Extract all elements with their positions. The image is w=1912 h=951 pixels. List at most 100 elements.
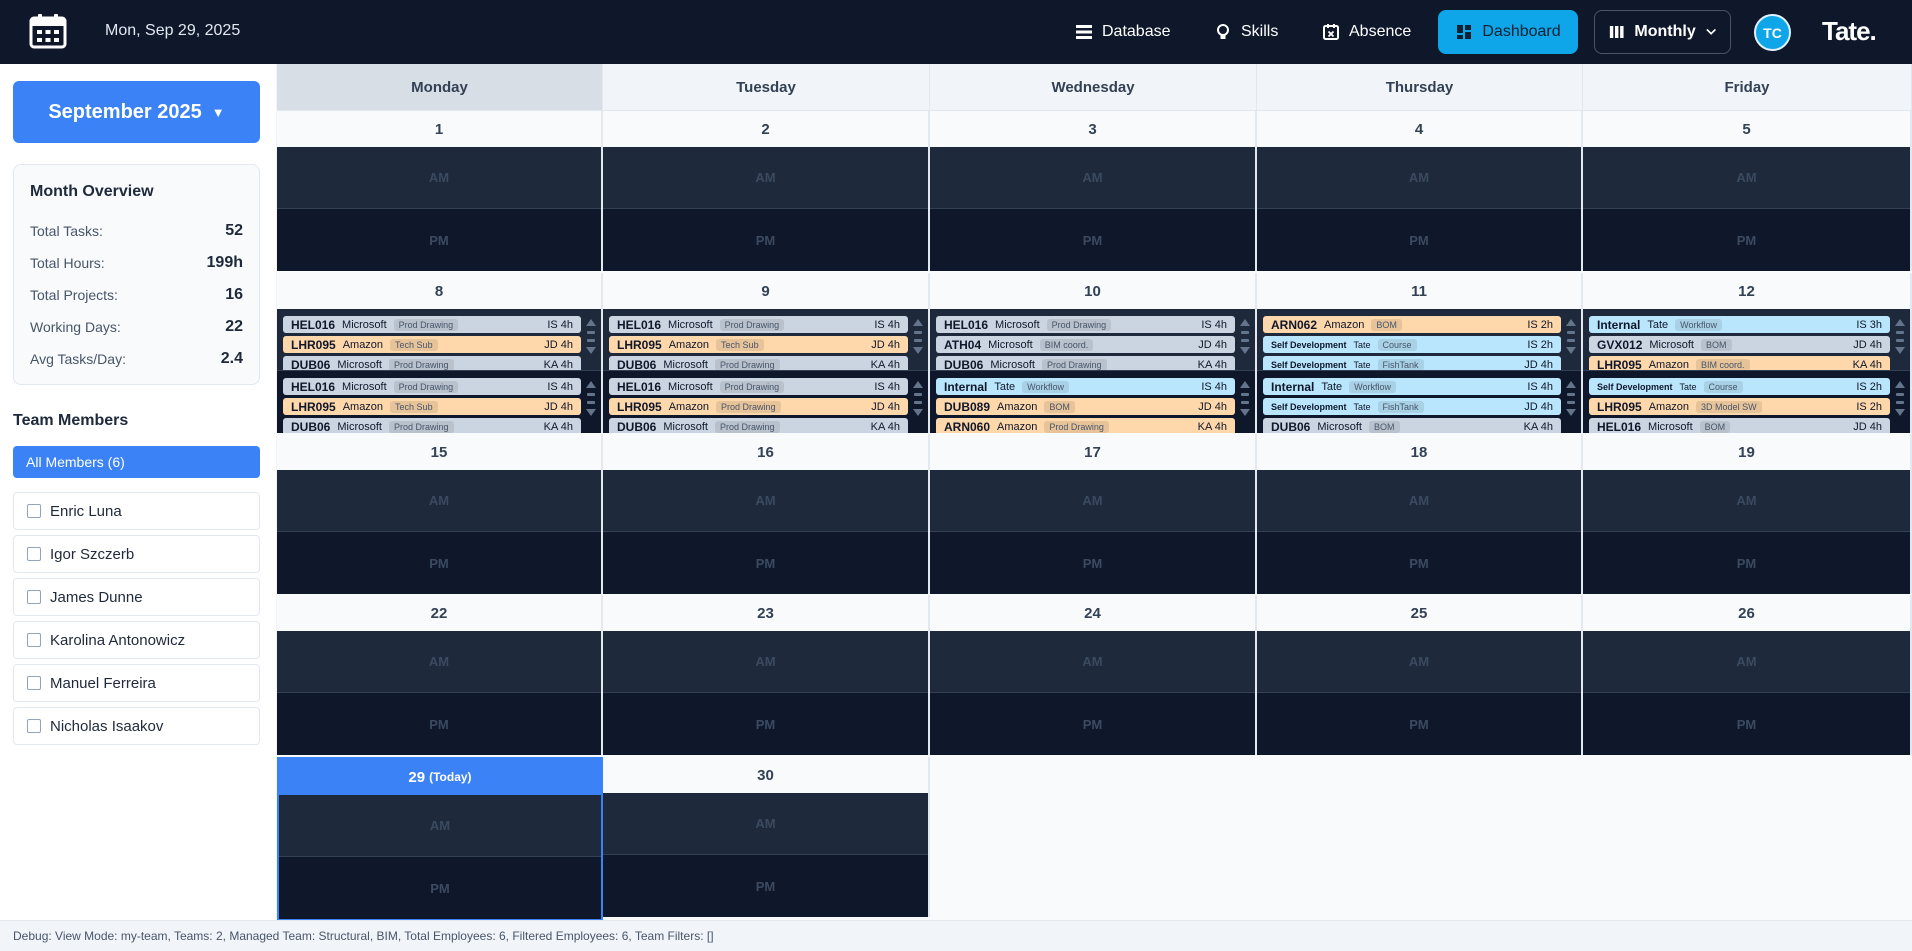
scroll-up-icon[interactable] <box>1240 319 1250 326</box>
pm-slot[interactable]: Internal Tate Workflow IS 4h Self Developmen… <box>1257 371 1581 433</box>
member-item[interactable]: Manuel Ferreira <box>13 664 260 702</box>
scroll-down-icon[interactable] <box>913 409 923 416</box>
day-cell[interactable]: 12 Internal Tate Workflow IS 3h GVX012 Microso… <box>1583 273 1912 433</box>
task-chip[interactable]: Internal Tate Workflow IS 3h <box>1589 316 1890 333</box>
slot-scroll-controls[interactable] <box>1566 319 1576 354</box>
slot-scroll-controls[interactable] <box>1895 319 1905 354</box>
month-picker-button[interactable]: September 2025 ▼ <box>13 81 260 143</box>
scroll-down-icon[interactable] <box>1240 347 1250 354</box>
am-slot[interactable]: AM <box>603 470 928 532</box>
day-cell[interactable]: 9 HEL016 Microsoft Prod Drawing IS 4h LHR095 A… <box>603 273 930 433</box>
scroll-down-icon[interactable] <box>1895 409 1905 416</box>
day-cell[interactable]: 17 AM PM <box>930 434 1257 594</box>
am-slot[interactable]: AM <box>930 147 1255 209</box>
scroll-thumb[interactable] <box>1567 339 1575 342</box>
task-chip[interactable]: GVX012 Microsoft BOM JD 4h <box>1589 336 1890 353</box>
task-chip[interactable]: LHR095 Amazon 3D Model SW IS 2h <box>1589 398 1890 415</box>
task-chip[interactable]: LHR095 Amazon Tech Sub JD 4h <box>609 336 908 353</box>
task-chip[interactable]: LHR095 Amazon Tech Sub JD 4h <box>283 336 581 353</box>
pm-slot[interactable]: PM <box>277 532 601 594</box>
scroll-up-icon[interactable] <box>586 319 596 326</box>
am-slot[interactable]: AM <box>279 795 601 857</box>
task-chip[interactable]: HEL016 Microsoft BOM JD 4h <box>1589 418 1890 433</box>
checkbox[interactable] <box>27 590 41 604</box>
task-chip[interactable]: DUB06 Microsoft Prod Drawing KA 4h <box>609 356 908 370</box>
pm-slot[interactable]: PM <box>603 532 928 594</box>
scroll-thumb[interactable] <box>1896 393 1904 396</box>
slot-scroll-controls[interactable] <box>586 319 596 354</box>
task-chip[interactable]: HEL016 Microsoft Prod Drawing IS 4h <box>936 316 1235 333</box>
day-cell[interactable]: 2 AM PM <box>603 111 930 271</box>
am-slot[interactable]: AM <box>930 470 1255 532</box>
pm-slot[interactable]: HEL016 Microsoft Prod Drawing IS 4h LHR095 Am… <box>277 371 601 433</box>
task-chip[interactable]: DUB06 Microsoft Prod Drawing KA 4h <box>609 418 908 433</box>
task-chip[interactable]: DUB089 Amazon BOM JD 4h <box>936 398 1235 415</box>
pm-slot[interactable]: PM <box>930 693 1255 755</box>
am-slot[interactable]: AM <box>1583 470 1910 532</box>
scroll-thumb[interactable] <box>587 401 595 404</box>
scroll-thumb[interactable] <box>1896 401 1904 404</box>
scroll-up-icon[interactable] <box>1566 381 1576 388</box>
task-chip[interactable]: DUB06 Microsoft Prod Drawing KA 4h <box>283 418 581 433</box>
scroll-thumb[interactable] <box>914 339 922 342</box>
am-slot[interactable]: AM <box>277 631 601 693</box>
task-chip[interactable]: LHR095 Amazon BIM coord. KA 4h <box>1589 356 1890 370</box>
member-item[interactable]: Enric Luna <box>13 492 260 530</box>
pm-slot[interactable]: PM <box>603 693 928 755</box>
am-slot[interactable]: ARN062 Amazon BOM IS 2h Self Development Tate… <box>1257 309 1581 371</box>
am-slot[interactable]: AM <box>1257 147 1581 209</box>
pm-slot[interactable]: PM <box>1257 693 1581 755</box>
day-cell[interactable]: 22 AM PM <box>277 595 603 755</box>
task-chip[interactable]: Self Development Tate Course IS 2h <box>1589 378 1890 395</box>
task-chip[interactable]: Self Development Tate FishTank JD 4h <box>1263 356 1561 370</box>
scroll-thumb[interactable] <box>1567 331 1575 334</box>
pm-slot[interactable]: Internal Tate Workflow IS 4h DUB089 Amazon BOM… <box>930 371 1255 433</box>
scroll-thumb[interactable] <box>1567 401 1575 404</box>
am-slot[interactable]: AM <box>603 793 928 855</box>
scroll-thumb[interactable] <box>914 393 922 396</box>
scroll-thumb[interactable] <box>1241 331 1249 334</box>
slot-scroll-controls[interactable] <box>586 381 596 416</box>
slot-scroll-controls[interactable] <box>1895 381 1905 416</box>
am-slot[interactable]: HEL016 Microsoft Prod Drawing IS 4h LHR095 Am… <box>277 309 601 371</box>
scroll-down-icon[interactable] <box>1566 409 1576 416</box>
scroll-thumb[interactable] <box>914 331 922 334</box>
pm-slot[interactable]: PM <box>930 209 1255 271</box>
am-slot[interactable]: AM <box>1257 470 1581 532</box>
am-slot[interactable]: Internal Tate Workflow IS 3h GVX012 Microsoft… <box>1583 309 1910 371</box>
nav-absence-button[interactable]: Absence <box>1308 10 1425 54</box>
day-cell[interactable]: 30 AM PM <box>603 757 930 917</box>
member-item[interactable]: Nicholas Isaakov <box>13 707 260 745</box>
scroll-up-icon[interactable] <box>913 381 923 388</box>
day-cell[interactable]: 5 AM PM <box>1583 111 1912 271</box>
day-cell[interactable]: 3 AM PM <box>930 111 1257 271</box>
task-chip[interactable]: Internal Tate Workflow IS 4h <box>936 378 1235 395</box>
scroll-up-icon[interactable] <box>1895 381 1905 388</box>
task-chip[interactable]: ATH04 Microsoft BIM coord. JD 4h <box>936 336 1235 353</box>
scroll-down-icon[interactable] <box>1566 347 1576 354</box>
scroll-thumb[interactable] <box>1241 393 1249 396</box>
scroll-down-icon[interactable] <box>913 347 923 354</box>
scroll-thumb[interactable] <box>1896 331 1904 334</box>
task-chip[interactable]: HEL016 Microsoft Prod Drawing IS 4h <box>609 378 908 395</box>
scroll-up-icon[interactable] <box>913 319 923 326</box>
scroll-thumb[interactable] <box>1241 401 1249 404</box>
day-cell[interactable]: 15 AM PM <box>277 434 603 594</box>
member-item[interactable]: James Dunne <box>13 578 260 616</box>
am-slot[interactable]: AM <box>1257 631 1581 693</box>
task-chip[interactable]: LHR095 Amazon Prod Drawing JD 4h <box>609 398 908 415</box>
member-item[interactable]: Igor Szczerb <box>13 535 260 573</box>
scroll-thumb[interactable] <box>1896 339 1904 342</box>
task-chip[interactable]: ARN060 Amazon Prod Drawing KA 4h <box>936 418 1235 433</box>
day-cell[interactable]: 16 AM PM <box>603 434 930 594</box>
scroll-up-icon[interactable] <box>586 381 596 388</box>
pm-slot[interactable]: PM <box>603 855 928 917</box>
checkbox[interactable] <box>27 547 41 561</box>
task-chip[interactable]: HEL016 Microsoft Prod Drawing IS 4h <box>283 378 581 395</box>
day-cell[interactable]: 11 ARN062 Amazon BOM IS 2h Self Development Ta… <box>1257 273 1583 433</box>
pm-slot[interactable]: PM <box>1583 693 1910 755</box>
am-slot[interactable]: HEL016 Microsoft Prod Drawing IS 4h LHR095 Am… <box>603 309 928 371</box>
task-chip[interactable]: DUB06 Microsoft Prod Drawing KA 4h <box>283 356 581 370</box>
scroll-up-icon[interactable] <box>1566 319 1576 326</box>
nav-database-button[interactable]: Database <box>1061 10 1185 54</box>
